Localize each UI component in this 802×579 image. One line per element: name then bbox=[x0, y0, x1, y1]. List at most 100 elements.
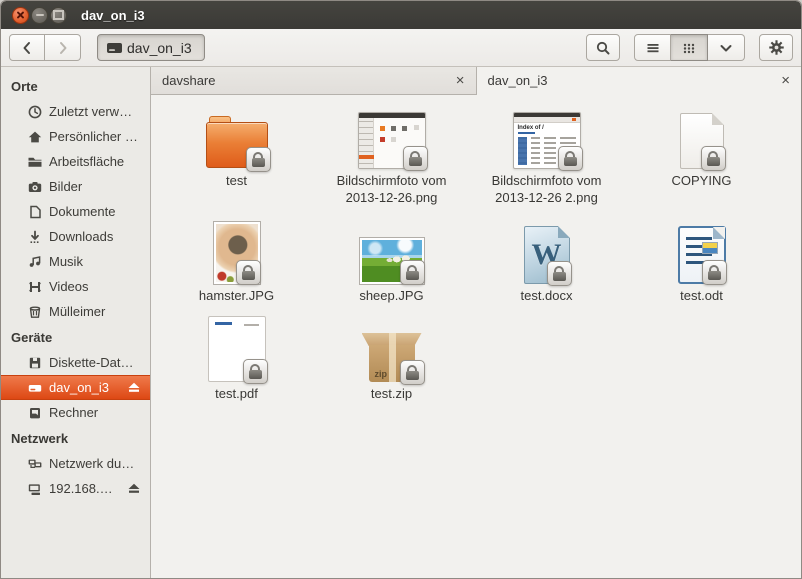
sidebar-item-label: 192.168.… bbox=[49, 481, 113, 496]
sidebar-item-computer[interactable]: Rechner bbox=[1, 400, 150, 425]
lock-emblem-icon bbox=[400, 260, 425, 285]
window-minimize-icon[interactable] bbox=[31, 7, 48, 24]
floppy-icon bbox=[27, 355, 43, 371]
camera-icon bbox=[27, 179, 43, 195]
thumbnail-heading: Index of / bbox=[518, 125, 580, 131]
harddisk-icon bbox=[27, 380, 43, 396]
forward-button[interactable] bbox=[45, 34, 81, 61]
screenshot-thumbnail bbox=[358, 112, 426, 169]
pdf-thumbnail bbox=[208, 316, 266, 382]
gear-icon bbox=[768, 39, 785, 56]
eject-icon[interactable] bbox=[127, 381, 141, 394]
network-icon bbox=[27, 456, 43, 472]
sidebar-item-recent[interactable]: Zuletzt verw… bbox=[1, 99, 150, 124]
sidebar-item-desktop[interactable]: Arbeitsfläche bbox=[1, 149, 150, 174]
text-file-icon bbox=[680, 113, 724, 169]
file-item-docx[interactable]: W test.docx bbox=[469, 218, 624, 304]
sidebar-item-label: Videos bbox=[49, 279, 89, 294]
screenshot-thumbnail: Index of / bbox=[513, 112, 581, 169]
file-item-odt[interactable]: test.odt bbox=[624, 218, 779, 304]
settings-button[interactable] bbox=[759, 34, 793, 61]
chevron-left-icon bbox=[19, 40, 35, 56]
file-item-pdf[interactable]: test.pdf bbox=[159, 316, 314, 402]
toolbar: dav_on_i3 bbox=[1, 29, 801, 67]
file-label: test.zip bbox=[371, 385, 412, 402]
sidebar-item-label: dav_on_i3 bbox=[49, 380, 109, 395]
sidebar-item-music[interactable]: Musik bbox=[1, 249, 150, 274]
sidebar-item-documents[interactable]: Dokumente bbox=[1, 199, 150, 224]
computer-icon bbox=[27, 405, 43, 421]
lock-emblem-icon bbox=[547, 261, 572, 286]
file-item-screenshot-1[interactable]: Bildschirmfoto vom 2013-12-26.png bbox=[314, 103, 469, 206]
photo-thumbnail bbox=[214, 222, 260, 284]
view-options-button[interactable] bbox=[708, 34, 745, 61]
location-button[interactable]: dav_on_i3 bbox=[97, 34, 205, 61]
folder-icon bbox=[27, 154, 43, 170]
tab-davshare[interactable]: davshare × bbox=[151, 67, 477, 95]
lock-emblem-icon bbox=[246, 147, 271, 172]
file-item-screenshot-2[interactable]: Index of / Bildschirmfoto vom 2013-12-26… bbox=[469, 103, 624, 206]
lock-emblem-icon bbox=[558, 146, 583, 171]
file-item-copying[interactable]: COPYING bbox=[624, 103, 779, 206]
film-icon bbox=[27, 279, 43, 295]
harddisk-icon bbox=[106, 41, 123, 55]
zip-glyph: zip bbox=[375, 369, 388, 379]
file-item-sheep[interactable]: sheep.JPG bbox=[314, 218, 469, 304]
sidebar-item-trash[interactable]: Mülleimer bbox=[1, 299, 150, 324]
back-button[interactable] bbox=[9, 34, 45, 61]
tab-close-icon[interactable]: × bbox=[456, 73, 465, 88]
file-view: test bbox=[151, 95, 801, 578]
view-toggle-group bbox=[634, 34, 745, 61]
location-label: dav_on_i3 bbox=[127, 40, 192, 56]
chevron-right-icon bbox=[55, 40, 71, 56]
sidebar-item-videos[interactable]: Videos bbox=[1, 274, 150, 299]
tab-label: dav_on_i3 bbox=[488, 73, 548, 88]
search-icon bbox=[595, 40, 611, 56]
sidebar-section-devices: Geräte bbox=[1, 324, 150, 350]
sidebar-item-label: Arbeitsfläche bbox=[49, 154, 124, 169]
list-view-button[interactable] bbox=[634, 34, 671, 61]
trash-icon bbox=[27, 304, 43, 320]
file-item-test[interactable]: test bbox=[159, 103, 314, 206]
window-maximize-icon[interactable] bbox=[50, 7, 67, 24]
sidebar-item-browse-network[interactable]: Netzwerk du… bbox=[1, 451, 150, 476]
grid-view-icon bbox=[681, 40, 697, 56]
file-manager-window: dav_on_i3 dav_on_i3 bbox=[0, 0, 802, 579]
file-label: test.odt bbox=[680, 287, 723, 304]
lock-emblem-icon bbox=[236, 260, 261, 285]
clock-icon bbox=[27, 104, 43, 120]
sidebar-item-label: Mülleimer bbox=[49, 304, 105, 319]
sidebar-item-dav-on-i3[interactable]: dav_on_i3 bbox=[1, 375, 150, 400]
tab-close-icon[interactable]: × bbox=[781, 73, 790, 88]
lock-emblem-icon bbox=[701, 146, 726, 171]
titlebar: dav_on_i3 bbox=[1, 1, 801, 29]
file-label: sheep.JPG bbox=[359, 287, 423, 304]
eject-icon[interactable] bbox=[127, 482, 141, 495]
tab-dav-on-i3[interactable]: dav_on_i3 × bbox=[477, 67, 802, 95]
sidebar-item-pictures[interactable]: Bilder bbox=[1, 174, 150, 199]
window-close-icon[interactable] bbox=[12, 7, 29, 24]
archive-icon: zip bbox=[362, 333, 422, 382]
tab-label: davshare bbox=[162, 73, 215, 88]
search-button[interactable] bbox=[586, 34, 620, 61]
sidebar-item-label: Bilder bbox=[49, 179, 82, 194]
sidebar-item-floppy[interactable]: Diskette-Dat… bbox=[1, 350, 150, 375]
sidebar-item-downloads[interactable]: Downloads bbox=[1, 224, 150, 249]
tab-bar: davshare × dav_on_i3 × bbox=[151, 67, 801, 95]
sidebar-item-label: Rechner bbox=[49, 405, 98, 420]
document-icon bbox=[27, 204, 43, 220]
sidebar-item-label: Zuletzt verw… bbox=[49, 104, 132, 119]
word-document-icon: W bbox=[524, 226, 570, 284]
sidebar-item-label: Persönlicher … bbox=[49, 129, 138, 144]
file-label: hamster.JPG bbox=[199, 287, 274, 304]
file-label: test bbox=[226, 172, 247, 189]
file-item-hamster[interactable]: hamster.JPG bbox=[159, 218, 314, 304]
file-item-zip[interactable]: zip test.zip bbox=[314, 316, 469, 402]
window-title: dav_on_i3 bbox=[81, 8, 145, 23]
grid-view-button[interactable] bbox=[671, 34, 708, 61]
sidebar-section-places: Orte bbox=[1, 73, 150, 99]
lock-emblem-icon bbox=[702, 260, 727, 285]
sidebar-item-network-drive[interactable]: 192.168.… bbox=[1, 476, 150, 501]
sidebar-item-home[interactable]: Persönlicher … bbox=[1, 124, 150, 149]
sidebar-item-label: Downloads bbox=[49, 229, 113, 244]
